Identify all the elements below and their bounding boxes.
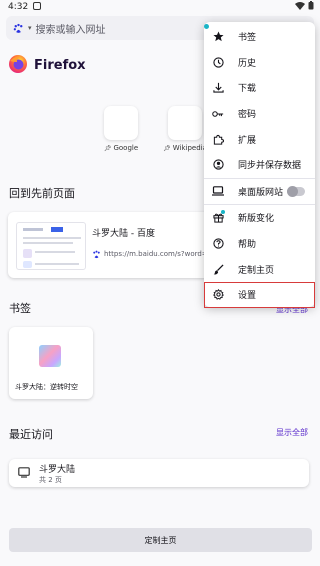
menu-item-customize-homepage[interactable]: 定制主页 bbox=[204, 256, 315, 282]
top-site-tile[interactable] bbox=[104, 106, 138, 140]
top-site-google[interactable]: 📌︎ Google bbox=[98, 106, 144, 152]
top-site-label-text: Wikipedia bbox=[172, 144, 207, 152]
menu-item-sync[interactable]: 同步并保存数据 bbox=[204, 152, 315, 178]
menu-item-passwords[interactable]: 密码 bbox=[204, 101, 315, 127]
firefox-icon bbox=[8, 54, 28, 77]
menu-item-label: 桌面版网站 bbox=[238, 187, 284, 198]
section-title-bookmarks: 书签 bbox=[9, 302, 31, 315]
brush-icon bbox=[212, 263, 224, 275]
menu-item-label: 定制主页 bbox=[238, 265, 275, 276]
menu-item-label: 密码 bbox=[238, 110, 257, 121]
app-name: Firefox bbox=[34, 58, 86, 73]
bookmark-card[interactable]: 斗罗大陆：逆转时空 bbox=[9, 327, 93, 399]
top-site-tile[interactable] bbox=[168, 106, 202, 140]
history-show-all-link[interactable]: 显示全部 bbox=[276, 427, 308, 438]
menu-item-extensions[interactable]: 扩展 bbox=[204, 126, 315, 152]
history-group-card[interactable]: 斗罗大陆 共 2 页 bbox=[9, 459, 309, 487]
menu-item-label: 下载 bbox=[238, 84, 257, 95]
menu-item-label: 新版变化 bbox=[238, 214, 275, 225]
bookmark-thumbnail bbox=[39, 345, 61, 367]
star-icon bbox=[212, 31, 224, 43]
page-thumbnail bbox=[16, 222, 86, 270]
account-icon bbox=[212, 159, 224, 171]
search-input[interactable]: 搜索或输入网址 bbox=[36, 21, 106, 36]
clock-icon bbox=[212, 56, 224, 68]
menu-item-whats-new[interactable]: 新版变化 bbox=[204, 205, 315, 231]
bookmark-label: 斗罗大陆：逆转时空 bbox=[15, 383, 78, 391]
customize-homepage-button[interactable]: 定制主页 bbox=[9, 528, 312, 552]
pin-icon: 📌︎ bbox=[103, 144, 112, 152]
gear-icon bbox=[212, 289, 224, 301]
menu-item-label: 帮助 bbox=[238, 240, 257, 251]
desktop-site-toggle[interactable] bbox=[287, 185, 305, 197]
notification-dot bbox=[221, 210, 225, 215]
section-title-recent: 回到先前页面 bbox=[9, 187, 75, 200]
status-time: 4:32 bbox=[8, 2, 29, 12]
status-bar: 4:32 bbox=[0, 0, 320, 14]
puzzle-icon bbox=[212, 133, 224, 145]
top-site-wikipedia[interactable]: 📌︎ Wikipedia bbox=[162, 106, 208, 152]
section-title-history: 最近访问 bbox=[9, 428, 53, 441]
firefox-logo: Firefox bbox=[8, 54, 86, 77]
download-icon bbox=[212, 82, 224, 94]
toggle-knob bbox=[287, 185, 298, 197]
top-site-label: 📌︎ Google bbox=[104, 144, 138, 152]
history-group-count: 共 2 页 bbox=[39, 476, 62, 484]
menu-item-help[interactable]: 帮助 bbox=[204, 231, 315, 257]
desktop-icon bbox=[212, 185, 224, 197]
menu-item-label: 历史 bbox=[238, 58, 257, 69]
battery-icon bbox=[308, 1, 314, 13]
top-site-label: 📌︎ Wikipedia bbox=[163, 144, 207, 152]
menu-item-bookmarks[interactable]: 书签 bbox=[204, 24, 315, 50]
menu-item-label: 书签 bbox=[238, 33, 257, 44]
menu-notification-dot bbox=[204, 24, 209, 29]
menu-item-label: 扩展 bbox=[238, 135, 257, 146]
key-icon bbox=[212, 108, 224, 120]
menu-item-history[interactable]: 历史 bbox=[204, 50, 315, 76]
wifi-icon bbox=[295, 1, 305, 13]
top-site-label-text: Google bbox=[113, 144, 139, 152]
menu-item-settings[interactable]: 设置 bbox=[204, 281, 315, 308]
recent-tab-title: 斗罗大陆 - 百度 bbox=[92, 229, 155, 239]
menu-item-downloads[interactable]: 下载 bbox=[204, 75, 315, 101]
baidu-paw-icon[interactable] bbox=[12, 22, 24, 34]
menu-item-label: 同步并保存数据 bbox=[238, 161, 302, 172]
overflow-menu: 书签 历史 下载 密码 扩展 同步并保存数据 桌面版网站 新版变化 帮助 定制主… bbox=[204, 22, 315, 308]
notification-icon bbox=[33, 1, 42, 13]
baidu-favicon-icon bbox=[92, 249, 101, 259]
help-icon bbox=[212, 238, 224, 250]
menu-item-desktop-site[interactable]: 桌面版网站 bbox=[204, 179, 315, 205]
tab-group-icon bbox=[18, 467, 30, 481]
chevron-down-icon[interactable]: ▾ bbox=[28, 24, 32, 32]
menu-item-label: 设置 bbox=[238, 291, 257, 302]
history-group-title: 斗罗大陆 bbox=[39, 465, 76, 475]
pin-icon: 📌︎ bbox=[163, 144, 171, 152]
